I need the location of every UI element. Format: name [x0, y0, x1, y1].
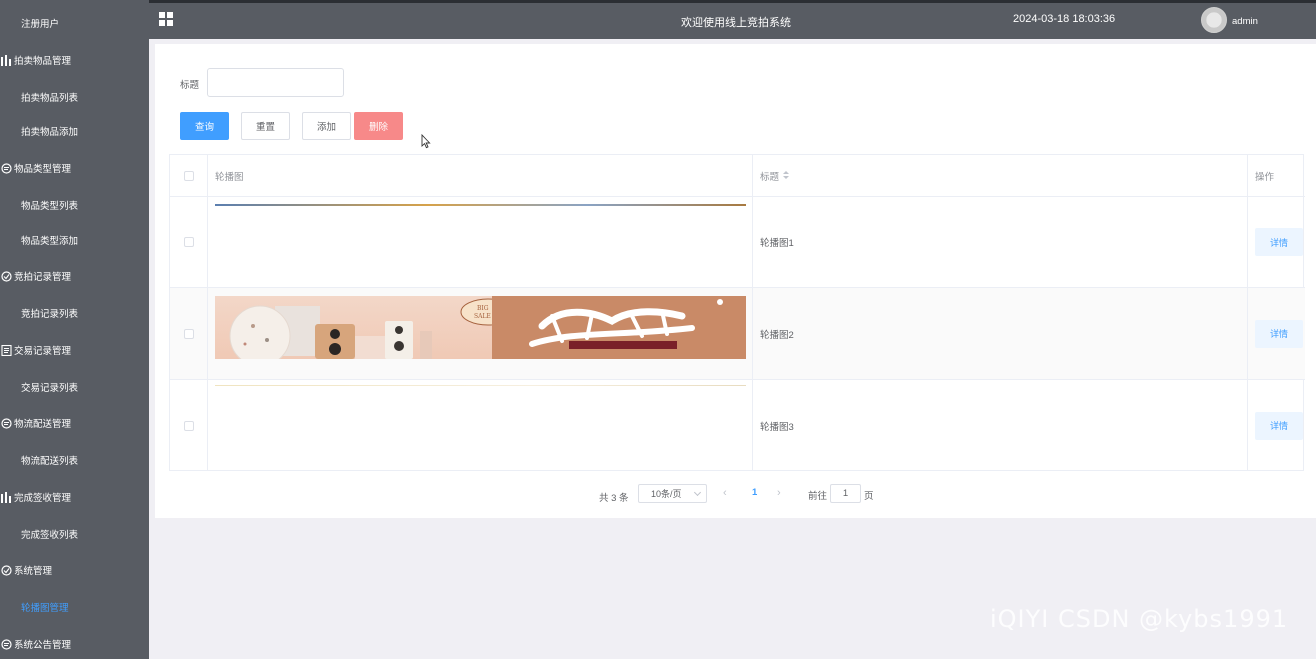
username[interactable]: admin	[1232, 16, 1258, 27]
svg-text:BIG: BIG	[477, 305, 489, 312]
carousel-image: BIG SALE	[215, 296, 746, 359]
carousel-title: 轮播图3	[760, 421, 794, 433]
next-page-button[interactable]: ›	[777, 487, 781, 499]
bar-chart-icon	[0, 491, 12, 503]
sidebar-item-label: 完成签收管理	[14, 493, 72, 504]
sidebar-item-logistics-management[interactable]: 物流配送管理	[0, 409, 149, 437]
table-row: 轮播图1 详情	[170, 197, 1305, 288]
sidebar-item-label: 交易记录列表	[21, 383, 79, 394]
sidebar-item-logistics-list[interactable]: 物流配送列表	[0, 446, 149, 474]
sidebar-item-bid-record-list[interactable]: 竞拍记录列表	[0, 299, 149, 327]
delete-button[interactable]: 删除	[354, 112, 403, 140]
sidebar-item-label: 物流配送管理	[14, 419, 72, 430]
sidebar-item-label: 竞拍记录列表	[21, 309, 79, 320]
sidebar-item-label: 物品类型添加	[21, 236, 79, 247]
select-all-checkbox[interactable]	[183, 170, 194, 181]
goto-label: 前往	[808, 491, 828, 502]
detail-button[interactable]: 详情	[1255, 411, 1303, 440]
sidebar-item-label: 拍卖物品管理	[14, 56, 72, 67]
row-checkbox[interactable]	[183, 328, 194, 339]
sidebar-item-label: 拍卖物品添加	[21, 127, 79, 138]
sidebar-item-system-management[interactable]: 系统管理	[0, 556, 149, 584]
sidebar-item-label: 完成签收列表	[21, 530, 79, 541]
avatar[interactable]	[1201, 7, 1227, 33]
page-number[interactable]: 1	[752, 487, 757, 498]
sidebar-item-item-type-list[interactable]: 物品类型列表	[0, 191, 149, 219]
detail-button[interactable]: 详情	[1255, 319, 1303, 348]
pagination-total: 共 3 条	[599, 492, 629, 504]
sidebar-item-item-type-management[interactable]: 物品类型管理	[0, 154, 149, 182]
row-checkbox[interactable]	[183, 420, 194, 431]
sidebar-item-label: 系统管理	[14, 566, 53, 577]
column-header-title[interactable]: 标题	[753, 155, 1248, 196]
query-button[interactable]: 查询	[180, 112, 229, 140]
sidebar: 注册用户 拍卖物品管理 拍卖物品列表 拍卖物品添加 物品类型管理 物品类型列表 …	[0, 0, 149, 659]
chevron-down-icon	[693, 488, 702, 497]
carousel-table: 轮播图 标题 操作 轮播图1 详情 BIG SALE 轮播图2 详情 轮播图3 …	[169, 154, 1305, 471]
carousel-title: 轮播图1	[760, 238, 794, 249]
carousel-image	[215, 204, 746, 206]
sidebar-item-label: 系统公告管理	[14, 640, 72, 651]
sidebar-item-auction-item-add[interactable]: 拍卖物品添加	[0, 117, 149, 145]
sidebar-item-label: 交易记录管理	[14, 346, 72, 357]
sidebar-item-label: 拍卖物品列表	[21, 93, 79, 104]
reset-button[interactable]: 重置	[241, 112, 290, 140]
sidebar-item-receipt-management[interactable]: 完成签收管理	[0, 483, 149, 511]
sidebar-item-announcement-management[interactable]: 系统公告管理	[0, 630, 149, 658]
detail-button[interactable]: 详情	[1255, 228, 1303, 256]
menu-grid-icon[interactable]	[159, 12, 174, 27]
document-icon	[0, 344, 12, 356]
page-title: 欢迎使用线上竞拍系统	[681, 17, 791, 29]
header-datetime: 2024-03-18 18:03:36	[1013, 13, 1116, 25]
prev-page-button[interactable]: ‹	[723, 487, 727, 499]
sidebar-item-label: 轮播图管理	[21, 603, 69, 614]
table-header-row: 轮播图 标题 操作	[170, 155, 1305, 197]
carousel-title: 轮播图2	[760, 329, 794, 341]
svg-text:SALE: SALE	[474, 313, 491, 320]
sidebar-item-auction-item-management[interactable]: 拍卖物品管理	[0, 46, 149, 74]
chat-icon	[0, 417, 12, 429]
sidebar-item-receipt-list[interactable]: 完成签收列表	[0, 520, 149, 548]
carousel-image-cell	[208, 197, 753, 287]
carousel-image-cell	[208, 380, 753, 471]
title-label: 标题	[180, 80, 200, 91]
watermark: iQIYI CSDN @kybs1991	[990, 605, 1289, 633]
mouse-cursor-icon	[421, 134, 431, 149]
check-circle-icon	[0, 270, 12, 282]
bar-chart-icon	[0, 54, 12, 66]
sidebar-item-label: 物品类型管理	[14, 164, 72, 175]
top-header: 欢迎使用线上竞拍系统 2024-03-18 18:03:36 admin	[149, 0, 1316, 39]
sidebar-item-bid-record-management[interactable]: 竞拍记录管理	[0, 262, 149, 290]
page-suffix: 页	[864, 491, 874, 502]
chat-icon	[0, 638, 12, 650]
sidebar-item-transaction-record-list[interactable]: 交易记录列表	[0, 373, 149, 401]
column-header-actions: 操作	[1255, 171, 1275, 183]
sidebar-item-label: 竞拍记录管理	[14, 272, 72, 283]
sidebar-item-label: 注册用户	[21, 19, 60, 30]
add-button[interactable]: 添加	[302, 112, 351, 140]
goto-page-input[interactable]	[830, 484, 861, 503]
carousel-image	[215, 385, 746, 386]
sidebar-item-transaction-record-management[interactable]: 交易记录管理	[0, 336, 149, 364]
page-size-select[interactable]: 10条/页	[638, 484, 707, 503]
sidebar-item-item-type-add[interactable]: 物品类型添加	[0, 226, 149, 254]
sidebar-item-label: 物品类型列表	[21, 201, 79, 212]
table-row: BIG SALE 轮播图2 详情	[170, 288, 1305, 380]
table-row: 轮播图3 详情	[170, 380, 1305, 471]
sort-icon[interactable]	[783, 171, 790, 180]
sidebar-item-label: 物流配送列表	[21, 456, 79, 467]
sidebar-item-register-users[interactable]: 注册用户	[0, 9, 149, 37]
title-search-input[interactable]	[207, 68, 344, 97]
main-content: 标题 查询 重置 添加 删除 轮播图 标题 操作 轮播图1 详情 BIG SAL…	[155, 44, 1316, 518]
sidebar-item-auction-item-list[interactable]: 拍卖物品列表	[0, 83, 149, 111]
chat-icon	[0, 162, 12, 174]
column-header-carousel: 轮播图	[208, 155, 753, 196]
sidebar-item-carousel-management[interactable]: 轮播图管理	[0, 593, 149, 621]
check-circle-icon	[0, 564, 12, 576]
row-checkbox[interactable]	[183, 237, 194, 247]
